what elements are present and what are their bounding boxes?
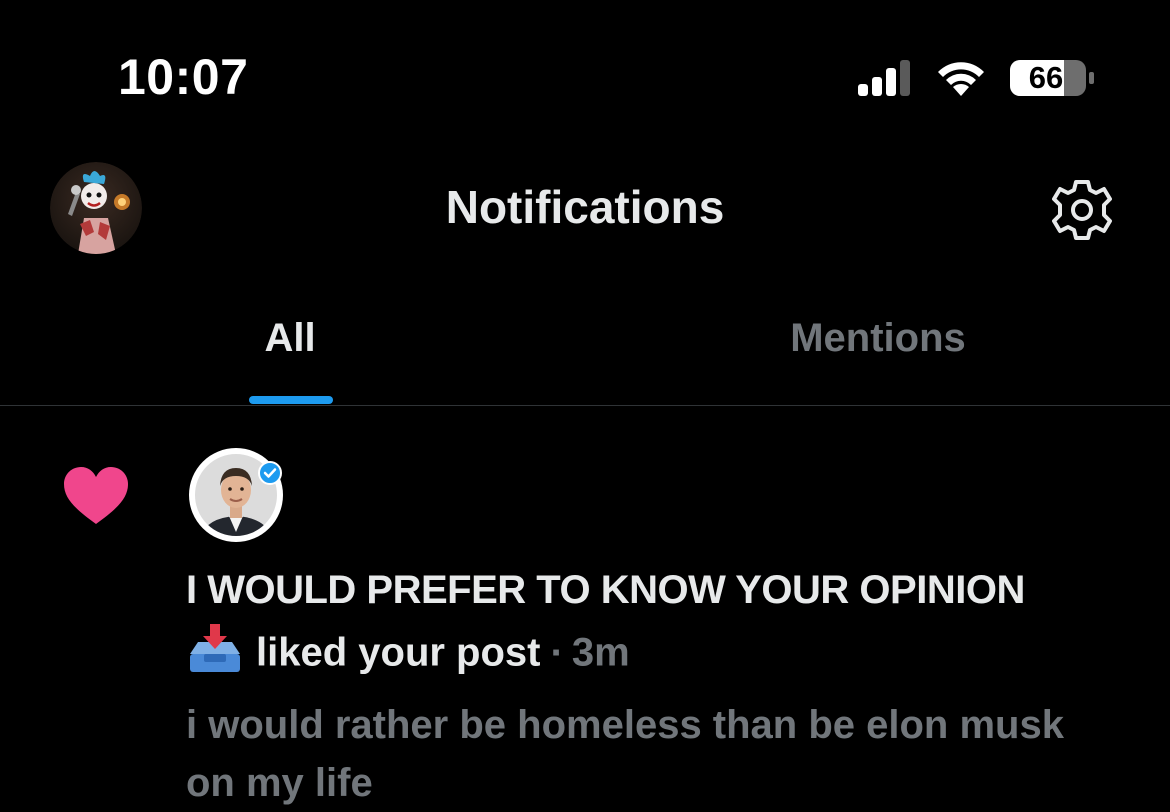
heart-icon [64, 467, 128, 524]
notification-action: liked your post [256, 630, 541, 675]
battery-level: 66 [1028, 60, 1064, 95]
page-title: Notifications [445, 181, 725, 233]
actor-name[interactable]: I WOULD PREFER TO KNOW YOUR OPINION [186, 568, 1156, 613]
notification-action-line: liked your post · 3m [186, 624, 1156, 682]
tab-mentions[interactable]: Mentions [728, 316, 1028, 361]
separator-dot: · [550, 630, 564, 675]
wifi-icon [938, 62, 984, 96]
gear-icon[interactable] [1048, 176, 1116, 244]
tab-all[interactable]: All [240, 316, 340, 361]
active-tab-indicator [249, 396, 333, 404]
tabs-divider [0, 405, 1170, 406]
status-time: 10:07 [118, 49, 249, 105]
inbox-tray-icon [190, 624, 240, 672]
timestamp: 3m [571, 630, 630, 675]
post-preview[interactable]: i would rather be homeless than be elon … [186, 696, 1086, 812]
cellular-signal-icon [858, 60, 910, 96]
verified-badge-icon [258, 461, 282, 485]
